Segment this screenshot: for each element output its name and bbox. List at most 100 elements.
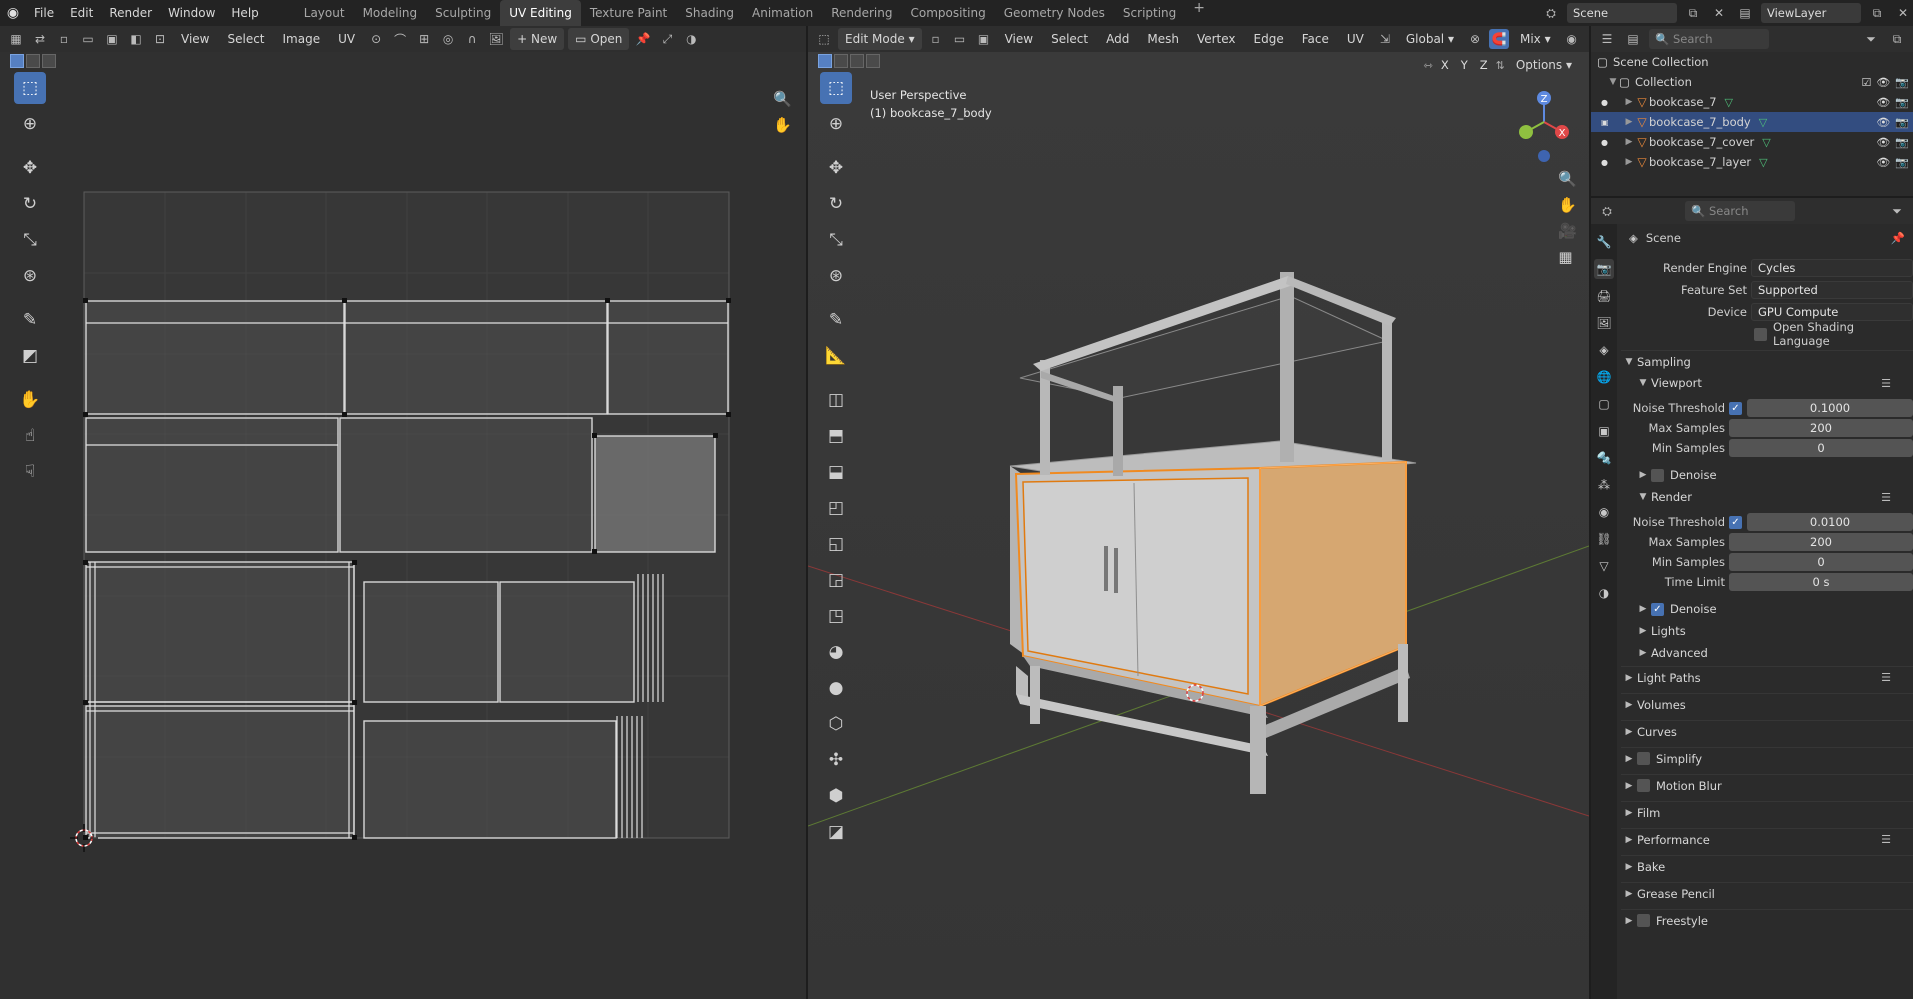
vp-select-box-icon[interactable] [818, 54, 832, 68]
panel-film[interactable]: ▶ Film [1621, 801, 1913, 823]
display-mode-icon[interactable]: ▤ [1623, 29, 1643, 49]
tab-layout[interactable]: Layout [295, 0, 354, 26]
add-cube-tool-icon[interactable]: ◫ [820, 384, 852, 416]
spin-tool-icon[interactable]: ◕ [820, 636, 852, 668]
output-tab-icon[interactable]: 🖨 [1594, 286, 1614, 306]
camera-icon[interactable]: 📷 [1895, 76, 1909, 89]
vp-select-tool-icon[interactable]: ⬚ [820, 72, 852, 104]
panel-performance[interactable]: ▶ Performance ☰ [1621, 828, 1913, 850]
collection-row[interactable]: ▼ ▢ Collection ☑ 👁 📷 [1591, 72, 1913, 92]
vp-menu-uv[interactable]: UV [1340, 28, 1371, 50]
presets-list-icon[interactable]: ☰ [1881, 377, 1891, 390]
simplify-checkbox[interactable] [1637, 752, 1650, 765]
tab-animation[interactable]: Animation [743, 0, 822, 26]
modifiers-tab-icon[interactable]: 🔩 [1594, 448, 1614, 468]
camera-icon[interactable]: 📷 [1895, 96, 1909, 109]
collection-expand-icon[interactable]: ▼ [1607, 77, 1619, 87]
render-subpanel-header[interactable]: ▼ Render ☰ [1621, 486, 1913, 508]
r-max-samples-field[interactable]: 200 [1729, 533, 1913, 551]
tab-compositing[interactable]: Compositing [901, 0, 994, 26]
menu-edit[interactable]: Edit [62, 0, 101, 26]
tab-scripting[interactable]: Scripting [1114, 0, 1185, 26]
vp-select-subtract-icon[interactable] [850, 54, 864, 68]
eye-icon[interactable]: 👁 [1876, 96, 1890, 109]
inset-tool-icon[interactable]: ⬓ [820, 456, 852, 488]
loop-cut-tool-icon[interactable]: ◱ [820, 528, 852, 560]
lights-subpanel[interactable]: ▶ Lights [1621, 620, 1913, 642]
panel-freestyle[interactable]: ▶ Freestyle [1621, 909, 1913, 931]
presets-list-icon[interactable]: ☰ [1881, 671, 1891, 684]
tab-uv-editing[interactable]: UV Editing [500, 0, 581, 26]
view-layer-icon[interactable]: ▤ [1735, 3, 1755, 23]
shear-tool-icon[interactable]: ⬢ [820, 780, 852, 812]
uv-editor[interactable]: ▦ ⇄ ▫ ▭ ▣ ◧ ⊡ View Select Image UV ⊙ ⌒ ⊞… [0, 26, 806, 999]
vp-pan-icon[interactable]: ✋ [1558, 196, 1577, 214]
expand-icon[interactable]: ▶ [1623, 137, 1635, 147]
filter-icon[interactable]: ⏷ [1861, 29, 1881, 49]
tab-texture-paint[interactable]: Texture Paint [581, 0, 676, 26]
vp-menu-vertex[interactable]: Vertex [1190, 28, 1243, 50]
new-view-layer-icon[interactable]: ⧉ [1867, 3, 1887, 23]
panel-curves[interactable]: ▶ Curves [1621, 720, 1913, 742]
expand-icon[interactable]: ▶ [1623, 117, 1635, 127]
object-tab-icon[interactable]: ▣ [1594, 421, 1614, 441]
camera-view-icon[interactable]: 🎥 [1558, 222, 1577, 240]
render-tab-icon[interactable]: 📷 [1594, 259, 1614, 279]
snap-mode-selector[interactable]: Mix ▾ [1513, 28, 1558, 50]
camera-icon[interactable]: 📷 [1895, 136, 1909, 149]
viewport-subpanel-header[interactable]: ▼ Viewport ☰ [1621, 372, 1913, 394]
motion-blur-checkbox[interactable] [1637, 779, 1650, 792]
vertex-mode-icon[interactable]: ▫ [926, 29, 946, 49]
rip-region-tool-icon[interactable]: ◪ [820, 816, 852, 848]
mode-selector[interactable]: Edit Mode ▾ [838, 28, 922, 50]
axis-z-toggle[interactable]: Z [1475, 57, 1492, 73]
properties-editor-type-icon[interactable]: ⛭ [1597, 201, 1617, 221]
perspective-toggle-icon[interactable]: ▦ [1558, 248, 1577, 266]
outliner-item-bookcase-7-body[interactable]: ▣ ▶ ▽ bookcase_7_body ▽ 👁 📷 [1591, 112, 1913, 132]
exclude-checkbox-icon[interactable]: ☑ [1861, 76, 1871, 89]
vp-menu-add[interactable]: Add [1099, 28, 1136, 50]
view-layer-selector[interactable]: ViewLayer [1761, 3, 1861, 23]
viewport-editor-type-icon[interactable]: ⬚ [814, 29, 834, 49]
viewport-canvas[interactable] [808, 26, 1589, 999]
vp-menu-view[interactable]: View [998, 28, 1040, 50]
options-dropdown[interactable]: Options ▾ [1509, 54, 1579, 76]
material-tab-icon[interactable]: ◑ [1594, 583, 1614, 603]
tab-geometry-nodes[interactable]: Geometry Nodes [995, 0, 1114, 26]
add-workspace-icon[interactable]: + [1185, 0, 1213, 26]
data-tab-icon[interactable]: ▽ [1594, 556, 1614, 576]
vp-zoom-icon[interactable]: 🔍 [1558, 170, 1577, 188]
measure-tool-icon[interactable]: 📐 [820, 340, 852, 372]
particles-tab-icon[interactable]: ⁂ [1594, 475, 1614, 495]
edit-mode-icon[interactable]: ▣ [1601, 118, 1609, 127]
eye-icon[interactable]: 👁 [1876, 136, 1890, 149]
edit-dot-icon[interactable]: ● [1601, 158, 1608, 167]
pivot-point-icon[interactable]: ⊗ [1465, 29, 1485, 49]
vp-move-tool-icon[interactable]: ✥ [820, 152, 852, 184]
panel-motion-blur[interactable]: ▶ Motion Blur [1621, 774, 1913, 796]
navigation-gizmo[interactable]: Z X [1506, 88, 1576, 168]
3d-viewport[interactable]: ⬚ Edit Mode ▾ ▫ ▭ ▣ View Select Add Mesh… [808, 26, 1589, 999]
axis-y-toggle[interactable]: Y [1456, 57, 1472, 73]
menu-window[interactable]: Window [160, 0, 223, 26]
outliner-search-input[interactable]: 🔍 Search [1649, 29, 1769, 49]
panel-volumes[interactable]: ▶ Volumes [1621, 693, 1913, 715]
r-noise-threshold-field[interactable]: 0.0100 [1747, 513, 1913, 531]
osl-checkbox[interactable] [1754, 327, 1767, 341]
orientation-selector[interactable]: Global ▾ [1399, 28, 1461, 50]
tab-shading[interactable]: Shading [676, 0, 743, 26]
edge-slide-tool-icon[interactable]: ⬡ [820, 708, 852, 740]
vp-menu-mesh[interactable]: Mesh [1140, 28, 1186, 50]
new-collection-icon[interactable]: ⧉ [1887, 29, 1907, 49]
collection-tab-icon[interactable]: ▢ [1594, 394, 1614, 414]
r-min-samples-field[interactable]: 0 [1729, 553, 1913, 571]
outliner-item-bookcase-7-layer[interactable]: ● ▶ ▽ bookcase_7_layer ▽ 👁 📷 [1591, 152, 1913, 172]
orientation-icon[interactable]: ⇲ [1375, 29, 1395, 49]
eye-icon[interactable]: 👁 [1876, 76, 1890, 89]
scene-icon[interactable]: ⛭ [1541, 3, 1561, 23]
time-limit-field[interactable]: 0 s [1729, 573, 1913, 591]
menu-render[interactable]: Render [101, 0, 160, 26]
blender-logo-icon[interactable]: ◉ [0, 0, 26, 26]
vp-menu-select[interactable]: Select [1044, 28, 1095, 50]
tab-rendering[interactable]: Rendering [822, 0, 901, 26]
